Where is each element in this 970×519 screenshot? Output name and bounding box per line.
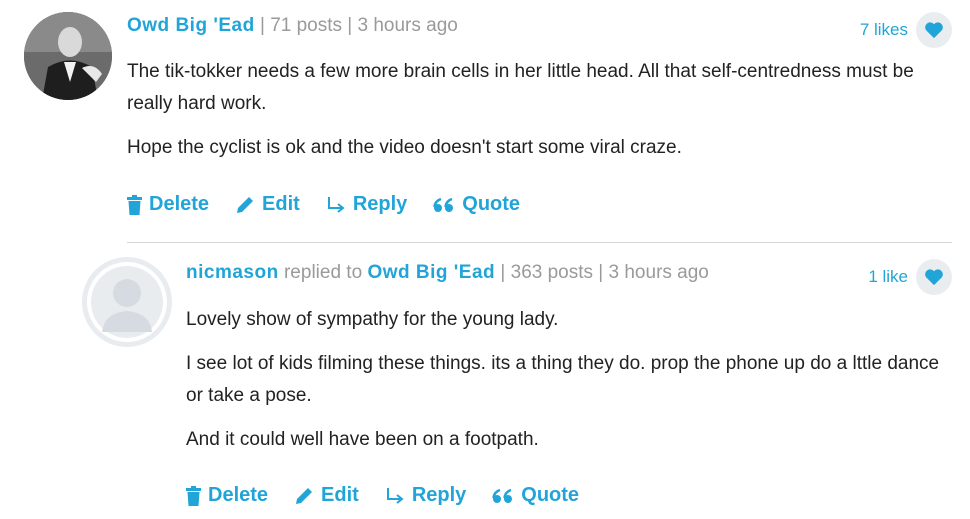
replied-to-link[interactable]: Owd Big 'Ead xyxy=(367,262,495,283)
comment-body: Lovely show of sympathy for the young la… xyxy=(186,304,956,456)
quote-label: Quote xyxy=(521,484,580,506)
comment-actions: Delete Edit Reply Quote xyxy=(127,193,520,216)
likes-count[interactable]: 7 likes xyxy=(860,20,908,40)
likes-count[interactable]: 1 like xyxy=(868,267,908,287)
reply-label: Reply xyxy=(352,193,408,215)
delete-button[interactable]: Delete xyxy=(186,484,268,507)
reply-button[interactable]: Reply xyxy=(326,193,407,216)
reply-label: Reply xyxy=(411,484,467,506)
comment-paragraph: Lovely show of sympathy for the young la… xyxy=(186,309,559,330)
like-button[interactable] xyxy=(916,12,952,48)
edit-button[interactable]: Edit xyxy=(235,193,300,216)
delete-label: Delete xyxy=(208,484,269,506)
edit-button[interactable]: Edit xyxy=(294,484,359,507)
pencil-icon xyxy=(237,196,254,213)
comment-header: nicmason replied to Owd Big 'Ead | 363 p… xyxy=(186,262,709,284)
heart-icon xyxy=(925,22,943,39)
comment-body: The tik-tokker needs a few more brain ce… xyxy=(127,56,957,164)
comment-header: Owd Big 'Ead | 71 posts | 3 hours ago xyxy=(127,15,458,37)
heart-icon xyxy=(925,269,943,286)
reply-arrow-icon xyxy=(327,196,345,213)
trash-icon xyxy=(127,194,142,215)
comment-paragraph: I see lot of kids filming these things. … xyxy=(186,353,940,406)
replied-to-text: replied to xyxy=(278,262,368,283)
comment-paragraph: And it could well have been on a footpat… xyxy=(186,429,539,450)
author-link[interactable]: nicmason xyxy=(186,262,279,283)
quote-button[interactable]: Quote xyxy=(433,193,520,216)
delete-button[interactable]: Delete xyxy=(127,193,209,216)
comment-divider xyxy=(127,242,952,243)
likes: 1 like xyxy=(868,259,952,295)
comment-paragraph: The tik-tokker needs a few more brain ce… xyxy=(127,61,914,114)
quote-icon xyxy=(433,197,454,212)
comment-paragraph: Hope the cyclist is ok and the video doe… xyxy=(127,137,682,158)
default-avatar-icon xyxy=(87,262,167,342)
reply-comment: nicmason replied to Owd Big 'Ead | 363 p… xyxy=(0,244,970,519)
quote-button[interactable]: Quote xyxy=(492,484,579,507)
reply-arrow-icon xyxy=(386,487,404,504)
author-link[interactable]: Owd Big 'Ead xyxy=(127,15,255,36)
user-photo-icon xyxy=(24,12,112,100)
delete-label: Delete xyxy=(149,193,210,215)
comment: Owd Big 'Ead | 71 posts | 3 hours ago 7 … xyxy=(0,0,970,240)
quote-label: Quote xyxy=(462,193,521,215)
quote-icon xyxy=(492,488,513,503)
trash-icon xyxy=(186,485,201,506)
like-button[interactable] xyxy=(916,259,952,295)
avatar[interactable] xyxy=(82,257,172,347)
post-meta: | 363 posts | 3 hours ago xyxy=(495,262,709,283)
edit-label: Edit xyxy=(262,193,300,215)
comment-actions: Delete Edit Reply Quote xyxy=(186,484,579,507)
pencil-icon xyxy=(296,487,313,504)
edit-label: Edit xyxy=(321,484,359,506)
avatar[interactable] xyxy=(24,12,112,100)
likes: 7 likes xyxy=(860,12,952,48)
reply-button[interactable]: Reply xyxy=(385,484,466,507)
post-meta: | 71 posts | 3 hours ago xyxy=(254,15,458,36)
